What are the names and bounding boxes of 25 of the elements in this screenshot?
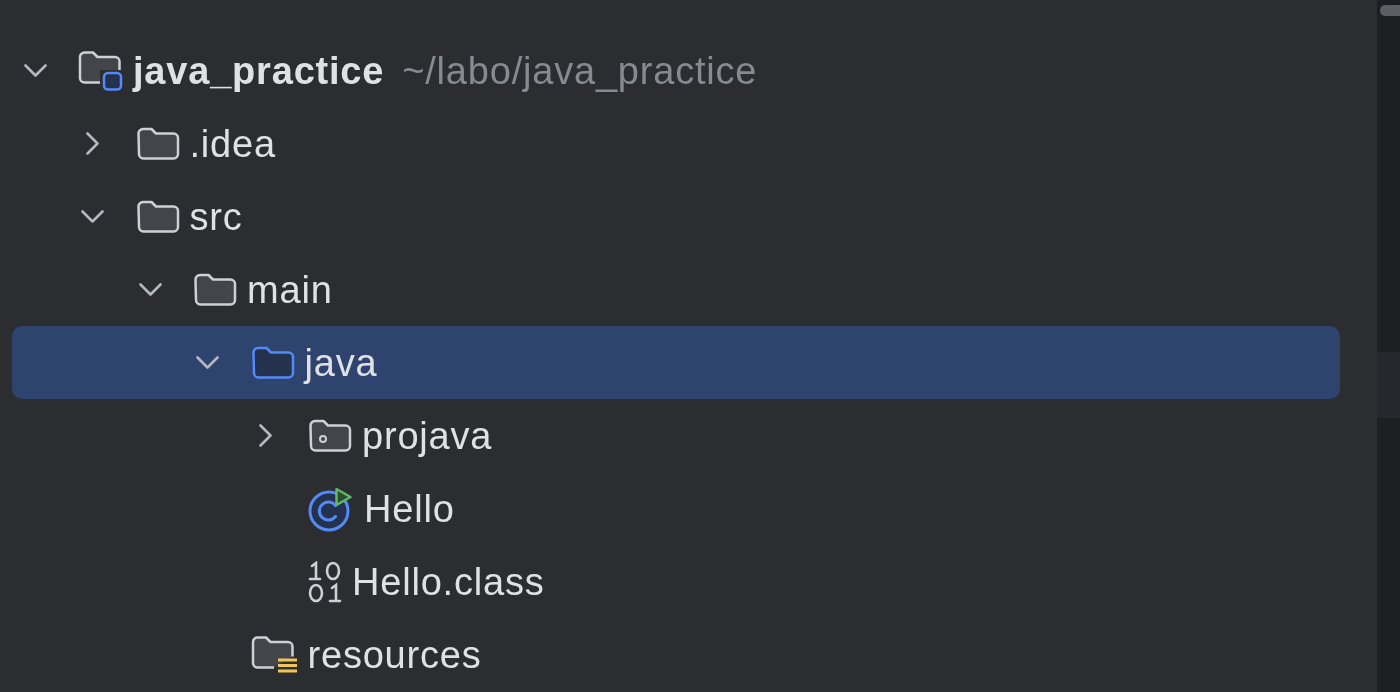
chevron-right-icon[interactable] <box>258 424 272 447</box>
class-with-play-icon <box>308 485 354 532</box>
tree-item[interactable]: resources <box>12 618 1340 691</box>
tree-item[interactable]: java <box>12 326 1340 399</box>
tree-item[interactable]: main <box>12 253 1340 326</box>
folder-icon <box>135 199 180 234</box>
folder-icon <box>135 126 180 161</box>
binary-file-icon <box>308 560 342 603</box>
chevron-right-icon[interactable] <box>86 132 99 155</box>
tree-item[interactable]: projava <box>12 399 1340 472</box>
tree-item[interactable]: .idea <box>12 107 1340 180</box>
folder-with-lines-icon <box>250 635 298 674</box>
tree-item[interactable]: Hello.class <box>12 545 1340 618</box>
folder-icon <box>193 272 237 307</box>
chevron-down-icon[interactable] <box>138 283 162 296</box>
folder-with-square-icon <box>78 50 123 91</box>
chevron-down-icon[interactable] <box>196 356 219 369</box>
folder-icon <box>250 345 295 380</box>
project-path: ~/labo/java_practice <box>402 48 758 93</box>
chevron-down-icon[interactable] <box>23 64 47 77</box>
chevron-down-icon[interactable] <box>81 210 104 223</box>
tree-item[interactable]: src <box>12 180 1340 253</box>
tree-item[interactable]: Hello <box>12 472 1340 545</box>
tree-item[interactable]: java_practice ~/labo/java_practice <box>12 34 1340 107</box>
scrollbar-thumb[interactable] <box>1380 5 1400 16</box>
